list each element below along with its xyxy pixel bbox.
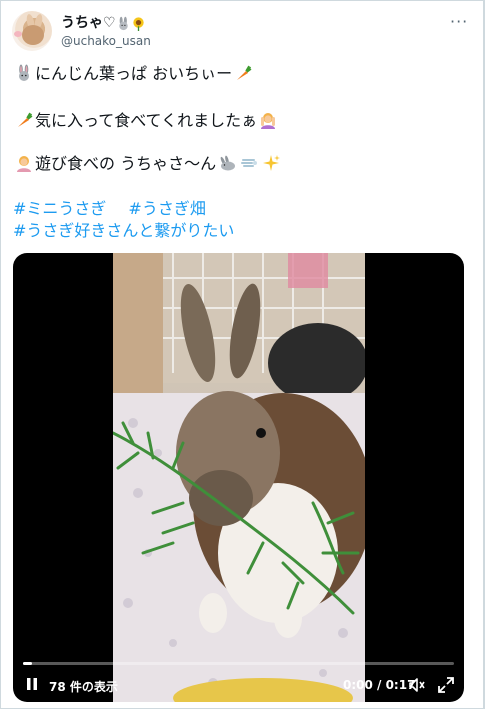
sparkles-icon [263, 155, 281, 171]
fullscreen-icon[interactable] [437, 676, 455, 694]
woman-gesturing-icon [17, 156, 31, 172]
more-icon[interactable]: ··· [450, 14, 468, 30]
author-name-row[interactable]: うちゃ♡ [61, 15, 146, 31]
tweet-text-2: 気に入って食べてくれましたぁ [35, 111, 258, 130]
woman-gesturing-icon [261, 113, 276, 129]
video-progress-fill [23, 662, 32, 665]
volume-icon[interactable] [408, 676, 426, 694]
hashtag-link[interactable]: #うさぎ好きさんと繋がりたい [13, 221, 234, 240]
tweet-text-line-3: 遊び食べの うちゃさ〜ん [13, 153, 463, 175]
hashtags-row-2: #うさぎ好きさんと繋がりたい [13, 221, 234, 241]
rabbit-icon [220, 155, 236, 171]
carrot-icon [237, 65, 252, 80]
video-frame[interactable] [113, 253, 365, 702]
hashtag-link[interactable]: #うさぎ畑 [128, 199, 205, 218]
video-controls: 78 件の表示 0:00 / 0:17 [13, 675, 464, 695]
sunflower-icon [132, 16, 144, 31]
carrot-icon [18, 112, 33, 127]
video-time: 0:00 / 0:17 [343, 678, 416, 692]
video-player[interactable]: 78 件の表示 0:00 / 0:17 [13, 253, 464, 702]
rabbit-icon [118, 16, 128, 30]
hashtag-link[interactable]: #ミニうさぎ [13, 199, 106, 218]
tweet-text-1: にんじん葉っぱ おいちぃー [35, 64, 233, 83]
rabbit-icon [19, 64, 29, 81]
tweet-text-line-2: 気に入って食べてくれましたぁ [13, 110, 463, 132]
tweet-text-line-1: にんじん葉っぱ おいちぃー [13, 63, 463, 85]
pause-icon[interactable] [26, 677, 38, 691]
author-display-name[interactable]: うちゃ♡ [61, 15, 116, 31]
video-progress-bar[interactable] [23, 662, 454, 665]
tweet-text-3: 遊び食べの うちゃさ〜ん [35, 154, 217, 173]
author-handle[interactable]: @uchako_usan [61, 34, 151, 48]
avatar[interactable] [12, 11, 52, 51]
tweet-card: うちゃ♡ @uchako_usan ··· にんじん葉っぱ おいちぃー 気に入っ… [0, 0, 485, 709]
hashtags-row-1: #ミニうさぎ #うさぎ畑 [13, 199, 206, 219]
video-thumbnail-image [113, 253, 365, 702]
dash-icon [241, 159, 258, 167]
view-count: 78 件の表示 [49, 680, 118, 694]
